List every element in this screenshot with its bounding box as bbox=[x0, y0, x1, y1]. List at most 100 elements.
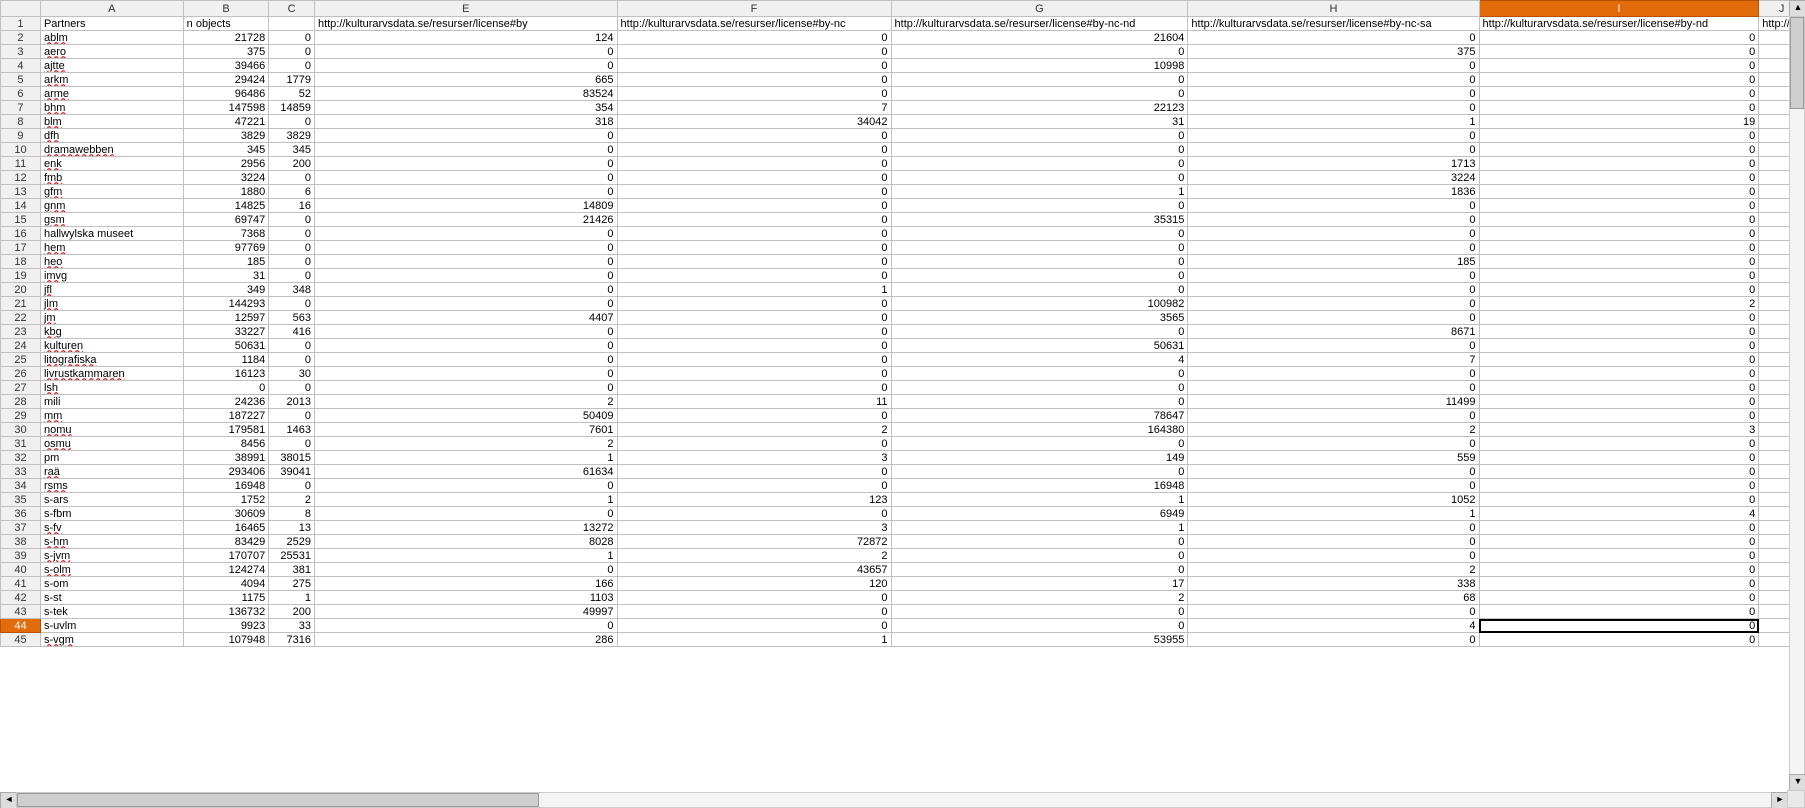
cell-C19[interactable]: 0 bbox=[269, 269, 315, 283]
hscroll-thumb[interactable] bbox=[17, 793, 539, 807]
cell-G44[interactable]: 0 bbox=[891, 619, 1188, 633]
cell-E21[interactable]: 0 bbox=[314, 297, 617, 311]
cell-F39[interactable]: 2 bbox=[617, 549, 891, 563]
cell-E5[interactable]: 665 bbox=[314, 73, 617, 87]
cell-F6[interactable]: 0 bbox=[617, 87, 891, 101]
cell-B40[interactable]: 124274 bbox=[183, 563, 269, 577]
cell-I4[interactable]: 0 bbox=[1479, 59, 1759, 73]
cell-C13[interactable]: 6 bbox=[269, 185, 315, 199]
cell-F33[interactable]: 0 bbox=[617, 465, 891, 479]
cell-E40[interactable]: 0 bbox=[314, 563, 617, 577]
column-header-H[interactable]: H bbox=[1188, 1, 1479, 17]
cell-I35[interactable]: 0 bbox=[1479, 493, 1759, 507]
cell-I34[interactable]: 0 bbox=[1479, 479, 1759, 493]
row-header-9[interactable]: 9 bbox=[1, 129, 41, 143]
cell-F12[interactable]: 0 bbox=[617, 171, 891, 185]
row-header-17[interactable]: 17 bbox=[1, 241, 41, 255]
cell-G37[interactable]: 1 bbox=[891, 521, 1188, 535]
cell-E31[interactable]: 2 bbox=[314, 437, 617, 451]
cell-A30[interactable]: nomu bbox=[40, 423, 183, 437]
cell-I6[interactable]: 0 bbox=[1479, 87, 1759, 101]
cell-G41[interactable]: 17 bbox=[891, 577, 1188, 591]
cell-H41[interactable]: 338 bbox=[1188, 577, 1479, 591]
header-cell-E[interactable]: http://kulturarvsdata.se/resurser/licens… bbox=[314, 17, 617, 31]
cell-F38[interactable]: 72872 bbox=[617, 535, 891, 549]
cell-E28[interactable]: 2 bbox=[314, 395, 617, 409]
cell-I42[interactable]: 0 bbox=[1479, 591, 1759, 605]
cell-G14[interactable]: 0 bbox=[891, 199, 1188, 213]
column-header-A[interactable]: A bbox=[40, 1, 183, 17]
cell-C30[interactable]: 1463 bbox=[269, 423, 315, 437]
cell-C45[interactable]: 7316 bbox=[269, 633, 315, 647]
cell-C15[interactable]: 0 bbox=[269, 213, 315, 227]
cell-H29[interactable]: 0 bbox=[1188, 409, 1479, 423]
cell-C39[interactable]: 25531 bbox=[269, 549, 315, 563]
cell-G34[interactable]: 16948 bbox=[891, 479, 1188, 493]
cell-A14[interactable]: gnm bbox=[40, 199, 183, 213]
cell-G5[interactable]: 0 bbox=[891, 73, 1188, 87]
cell-I18[interactable]: 0 bbox=[1479, 255, 1759, 269]
cell-G31[interactable]: 0 bbox=[891, 437, 1188, 451]
cell-B8[interactable]: 47221 bbox=[183, 115, 269, 129]
cell-H8[interactable]: 1 bbox=[1188, 115, 1479, 129]
cell-B5[interactable]: 29424 bbox=[183, 73, 269, 87]
cell-G24[interactable]: 50631 bbox=[891, 339, 1188, 353]
cell-B15[interactable]: 69747 bbox=[183, 213, 269, 227]
cell-A34[interactable]: rsms bbox=[40, 479, 183, 493]
cell-F24[interactable]: 0 bbox=[617, 339, 891, 353]
cell-F34[interactable]: 0 bbox=[617, 479, 891, 493]
row-header-3[interactable]: 3 bbox=[1, 45, 41, 59]
cell-C31[interactable]: 0 bbox=[269, 437, 315, 451]
column-header-I[interactable]: I bbox=[1479, 1, 1759, 17]
cell-E43[interactable]: 49997 bbox=[314, 605, 617, 619]
cell-E29[interactable]: 50409 bbox=[314, 409, 617, 423]
cell-G28[interactable]: 0 bbox=[891, 395, 1188, 409]
cell-C4[interactable]: 0 bbox=[269, 59, 315, 73]
cell-A4[interactable]: ajtte bbox=[40, 59, 183, 73]
cell-A17[interactable]: hem bbox=[40, 241, 183, 255]
vscroll-thumb[interactable] bbox=[1790, 17, 1804, 109]
cell-C37[interactable]: 13 bbox=[269, 521, 315, 535]
row-header-36[interactable]: 36 bbox=[1, 507, 41, 521]
cell-H16[interactable]: 0 bbox=[1188, 227, 1479, 241]
cell-H42[interactable]: 68 bbox=[1188, 591, 1479, 605]
cell-G43[interactable]: 0 bbox=[891, 605, 1188, 619]
cell-A10[interactable]: dramawebben bbox=[40, 143, 183, 157]
cell-H43[interactable]: 0 bbox=[1188, 605, 1479, 619]
cell-A8[interactable]: blm bbox=[40, 115, 183, 129]
cell-B23[interactable]: 33227 bbox=[183, 325, 269, 339]
cell-C27[interactable]: 0 bbox=[269, 381, 315, 395]
cell-G30[interactable]: 164380 bbox=[891, 423, 1188, 437]
row-header-1[interactable]: 1 bbox=[1, 17, 41, 31]
cell-G8[interactable]: 31 bbox=[891, 115, 1188, 129]
cell-C35[interactable]: 2 bbox=[269, 493, 315, 507]
cell-B4[interactable]: 39466 bbox=[183, 59, 269, 73]
cell-H27[interactable]: 0 bbox=[1188, 381, 1479, 395]
cell-C26[interactable]: 30 bbox=[269, 367, 315, 381]
cell-H4[interactable]: 0 bbox=[1188, 59, 1479, 73]
cell-G40[interactable]: 0 bbox=[891, 563, 1188, 577]
cell-C32[interactable]: 38015 bbox=[269, 451, 315, 465]
cell-A22[interactable]: jm bbox=[40, 311, 183, 325]
cell-C10[interactable]: 345 bbox=[269, 143, 315, 157]
cell-E18[interactable]: 0 bbox=[314, 255, 617, 269]
cell-I29[interactable]: 0 bbox=[1479, 409, 1759, 423]
cell-B20[interactable]: 349 bbox=[183, 283, 269, 297]
cell-E9[interactable]: 0 bbox=[314, 129, 617, 143]
cell-G25[interactable]: 4 bbox=[891, 353, 1188, 367]
cell-H15[interactable]: 0 bbox=[1188, 213, 1479, 227]
cell-G22[interactable]: 3565 bbox=[891, 311, 1188, 325]
cell-I19[interactable]: 0 bbox=[1479, 269, 1759, 283]
cell-F23[interactable]: 0 bbox=[617, 325, 891, 339]
cell-F5[interactable]: 0 bbox=[617, 73, 891, 87]
cell-G29[interactable]: 78647 bbox=[891, 409, 1188, 423]
cell-A32[interactable]: pm bbox=[40, 451, 183, 465]
cell-I33[interactable]: 0 bbox=[1479, 465, 1759, 479]
cell-E36[interactable]: 0 bbox=[314, 507, 617, 521]
cell-H40[interactable]: 2 bbox=[1188, 563, 1479, 577]
cell-E17[interactable]: 0 bbox=[314, 241, 617, 255]
cell-A33[interactable]: raä bbox=[40, 465, 183, 479]
row-header-38[interactable]: 38 bbox=[1, 535, 41, 549]
cell-E44[interactable]: 0 bbox=[314, 619, 617, 633]
cell-F18[interactable]: 0 bbox=[617, 255, 891, 269]
